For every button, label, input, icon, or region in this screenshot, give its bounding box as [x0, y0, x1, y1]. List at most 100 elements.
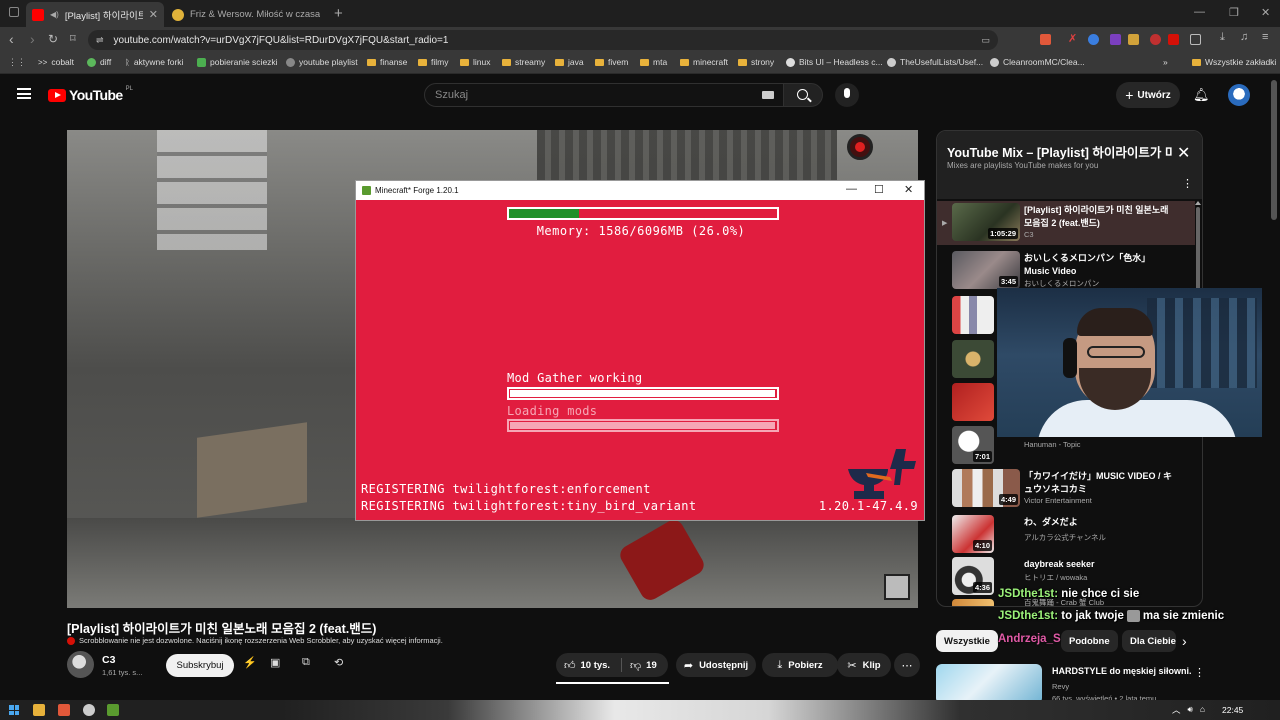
recommendation-thumbnail[interactable] [936, 664, 1042, 704]
download-icon[interactable]: ⤓ [1220, 31, 1231, 43]
tab-friz-wersow[interactable]: Friz & Wersow. Miłość w czasach onl [166, 2, 328, 27]
tab-actions-icon[interactable] [9, 7, 19, 17]
chip-similar[interactable]: Podobne [1061, 630, 1118, 652]
channel-watermark[interactable] [884, 574, 910, 600]
recommendation-title[interactable]: HARDSTYLE do męskiej siłowni. [1052, 666, 1192, 676]
file-explorer-icon[interactable] [33, 704, 45, 716]
bookmark-youtube-playlist[interactable]: youtube playlist [286, 57, 358, 67]
bookmark-theusefullists[interactable]: TheUsefulLists/Usef... [887, 57, 983, 67]
media-controls-icon[interactable]: ♫ [1240, 31, 1251, 43]
maximize-icon[interactable]: ☐ [874, 183, 884, 196]
loop-icon[interactable]: ⟲ [334, 656, 343, 669]
windows-start-icon[interactable] [9, 705, 19, 715]
playlist-title[interactable]: YouTube Mix – [Playlist] 하이라이트가 미친 일본노래 [947, 142, 1172, 161]
recommendation-menu-icon[interactable]: ⋮ [1194, 666, 1205, 679]
clip-button[interactable]: ✂ Klip [837, 653, 891, 677]
minimize-icon[interactable]: — [846, 183, 857, 195]
keyboard-icon[interactable] [762, 91, 774, 99]
account-avatar[interactable] [1228, 84, 1250, 106]
image-icon[interactable]: ▣ [270, 656, 280, 669]
close-window-icon[interactable]: ✕ [1261, 6, 1270, 19]
playlist-item[interactable]: 4:49 「カワイイだけ」MUSIC VIDEO / キュウソネコカミ Vict… [937, 467, 1195, 511]
channel-name[interactable]: C3 [102, 654, 115, 666]
miniplayer-icon[interactable]: ⧉ [302, 656, 310, 669]
bookmark-folder-streamy[interactable]: streamy [502, 57, 545, 67]
page-scrollbar[interactable] [1271, 80, 1277, 220]
clock[interactable]: 22:45 [1222, 705, 1243, 715]
chip-all[interactable]: Wszystkie [936, 630, 998, 652]
bookmark-diff[interactable]: diff [87, 57, 111, 67]
close-tab-icon[interactable]: ✕ [149, 8, 158, 21]
minecraft-taskbar-icon[interactable] [107, 704, 119, 716]
bookmark-folder-minecraft[interactable]: minecraft [680, 57, 728, 67]
video-thumbnail[interactable] [952, 383, 994, 421]
extension-icon[interactable] [1110, 34, 1121, 45]
like-button[interactable]: 👍︎ 10 tys. [564, 659, 610, 672]
more-actions-button[interactable]: ⋯ [894, 653, 920, 677]
video-thumbnail[interactable] [952, 599, 994, 606]
bookmark-folder-java[interactable]: java [555, 57, 584, 67]
bookmark-icon[interactable]: ⌑ [70, 32, 76, 45]
brave-icon[interactable] [58, 704, 70, 716]
video-thumbnail[interactable]: 3:45 [952, 251, 1020, 289]
video-thumbnail[interactable]: 4:36 [952, 557, 994, 595]
bookmark-folder-mta[interactable]: mta [640, 57, 667, 67]
apps-grid-icon[interactable]: ⋮⋮ [8, 57, 26, 68]
chevron-right-icon[interactable]: › [1182, 633, 1187, 649]
brave-shield-icon[interactable] [1040, 34, 1051, 45]
site-info-icon[interactable]: ⇌ [96, 35, 104, 46]
bolt-icon[interactable]: ⚡ [243, 656, 257, 669]
address-bar[interactable]: ⇌ youtube.com/watch?v=urDVgX7jFQU&list=R… [88, 30, 998, 50]
youtube-logo[interactable]: YouTube PL [48, 86, 133, 103]
search-input[interactable]: Szukaj [424, 83, 784, 107]
all-bookmarks-folder[interactable]: Wszystkie zakładki [1192, 57, 1276, 67]
close-playlist-icon[interactable]: ✕ [1177, 143, 1190, 163]
system-tray[interactable]: ︿ 🔊︎ ⌂ [1172, 704, 1205, 716]
playlist-menu-icon[interactable]: ⋮ [1182, 177, 1193, 190]
back-icon[interactable]: ‹ [9, 31, 14, 47]
minecraft-titlebar[interactable]: Minecraft* Forge 1.20.1 — ☐ ✕ [356, 181, 924, 200]
tab-youtube[interactable]: ◀) [Playlist] 하이라이트가 미친 ✕ [26, 2, 164, 27]
channel-avatar[interactable] [67, 651, 94, 678]
video-thumbnail[interactable]: 4:49 [952, 469, 1020, 507]
extensions-puzzle-icon[interactable] [1190, 34, 1201, 45]
search-button[interactable] [783, 83, 823, 107]
menu-icon[interactable]: ≡ [1262, 31, 1273, 43]
create-button[interactable]: + Utwórz [1116, 82, 1180, 108]
bookmark-bits-ui[interactable]: Bits UI – Headless c... [786, 57, 883, 67]
subscribe-button[interactable]: Subskrybuj [166, 654, 234, 677]
extension-icon[interactable] [1150, 34, 1161, 45]
playlist-item[interactable]: ▶ 1:05:29 [Playlist] 하이라이트가 미친 일본노래 모음집 … [937, 201, 1195, 245]
bookmark-folder-strony[interactable]: strony [738, 57, 774, 67]
notifications-bell-icon[interactable]: 🔔︎ [1193, 87, 1210, 103]
bookmark-folder-linux[interactable]: linux [460, 57, 490, 67]
bookmark-aktywne-forki[interactable]: ᚱ aktywne forki [125, 57, 183, 67]
video-thumbnail[interactable] [952, 296, 994, 334]
extension-icon[interactable] [1088, 34, 1099, 45]
app-icon[interactable] [83, 704, 95, 716]
minimize-icon[interactable]: — [1194, 6, 1205, 18]
minecraft-forge-window[interactable]: Minecraft* Forge 1.20.1 — ☐ ✕ Memory: 15… [355, 180, 925, 521]
bookmark-folder-fivem[interactable]: fivem [595, 57, 628, 67]
voice-search-icon[interactable] [835, 83, 859, 107]
dislike-button[interactable]: 👎︎ 19 [630, 659, 657, 672]
more-bookmarks-button[interactable]: » [1163, 57, 1168, 67]
chip-for-you[interactable]: Dla Ciebie [1122, 630, 1176, 652]
close-window-icon[interactable]: ✕ [904, 183, 913, 196]
extension-x-icon[interactable]: ✗ [1068, 32, 1079, 45]
share-button[interactable]: ➦ Udostępnij [676, 653, 756, 677]
forward-icon[interactable]: › [30, 31, 35, 47]
maximize-icon[interactable]: ❐ [1229, 6, 1239, 19]
video-thumbnail[interactable] [952, 340, 994, 378]
download-button[interactable]: ⤓ Pobierz [762, 653, 838, 677]
playlist-item[interactable]: 3:45 おいしくるメロンパン「色水」Music Video おいしくるメロンパ… [937, 249, 1195, 293]
web-scrobbler-icon[interactable] [1168, 34, 1179, 45]
extension-icon[interactable] [1128, 34, 1139, 45]
reload-icon[interactable]: ↻ [48, 32, 58, 46]
recommendation-channel[interactable]: Revy [1052, 682, 1069, 691]
new-tab-icon[interactable]: + [334, 5, 343, 22]
playlist-item[interactable]: 4:10 わ、ダメだよ アルカラ公式チャンネル [937, 513, 1195, 557]
bookmark-pobieranie-sciezki[interactable]: pobieranie sciezki [197, 57, 278, 67]
cast-icon[interactable]: ▭ [981, 35, 990, 46]
audio-playing-icon[interactable]: ◀) [50, 10, 59, 19]
